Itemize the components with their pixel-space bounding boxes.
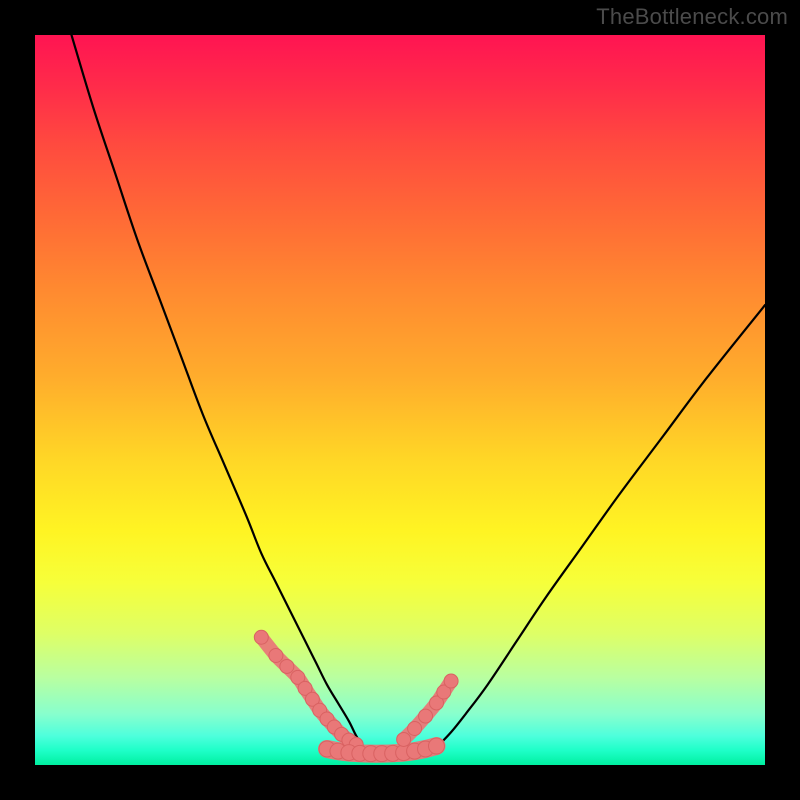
marker-right-markers (444, 674, 458, 688)
marker-bottom-markers (429, 738, 445, 754)
chart-container: TheBottleneck.com (0, 0, 800, 800)
marker-right-markers (408, 722, 422, 736)
marker-right-markers (419, 709, 433, 723)
marker-left-markers (254, 630, 268, 644)
chart-svg (35, 35, 765, 765)
marker-right-markers (397, 732, 411, 746)
plot-area (35, 35, 765, 765)
marker-left-markers (280, 659, 294, 673)
curve-right-curve (437, 305, 766, 747)
watermark-text: TheBottleneck.com (596, 4, 788, 30)
curve-left-curve (72, 35, 364, 747)
marker-left-markers (269, 649, 283, 663)
